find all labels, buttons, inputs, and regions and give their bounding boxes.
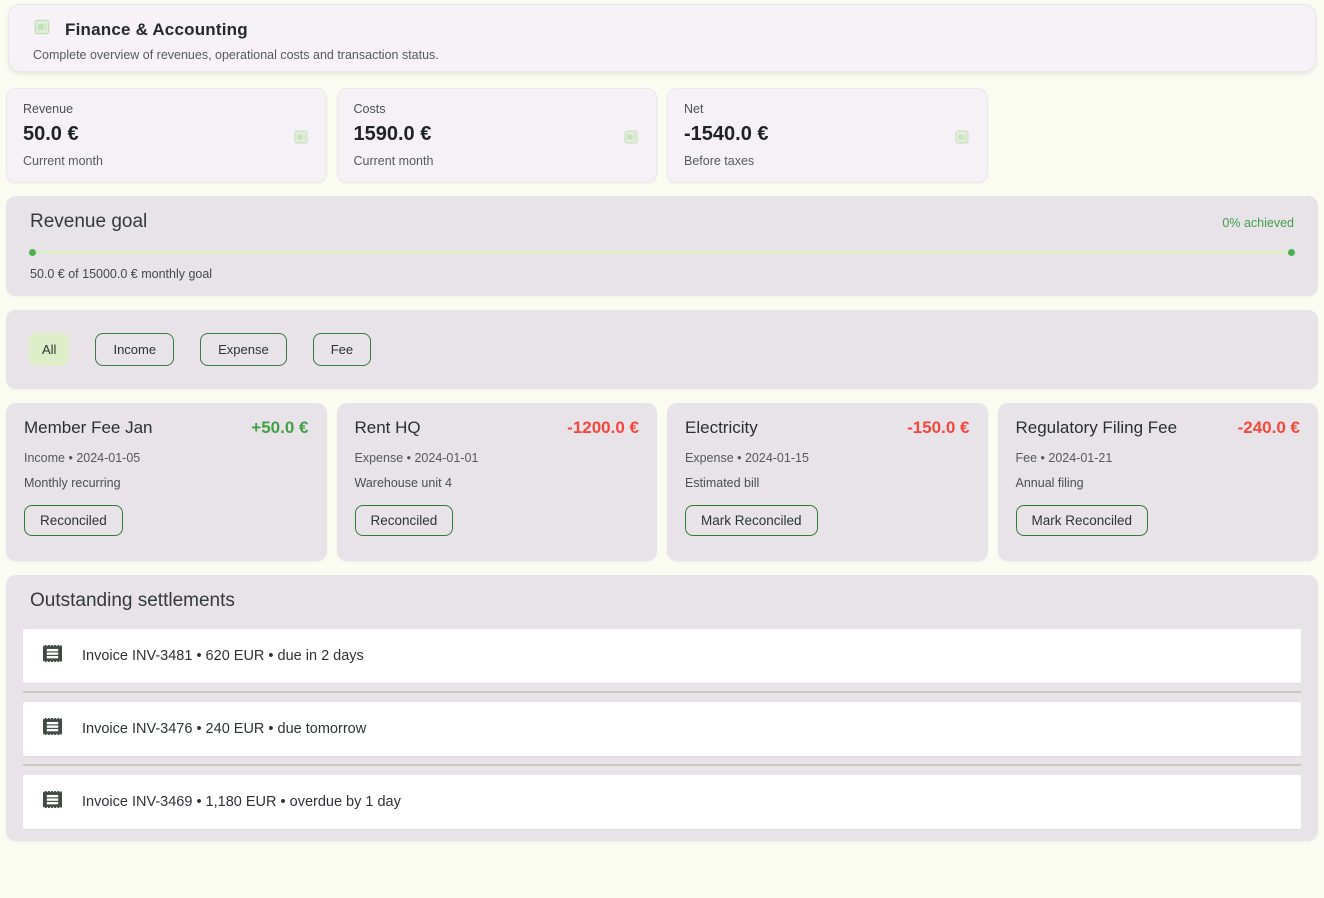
transaction-meta: Expense • 2024-01-01: [355, 451, 640, 465]
header-card: Finance & Accounting Complete overview o…: [8, 4, 1316, 72]
stat-value: 1590.0 €: [354, 123, 641, 146]
stat-caption: Before taxes: [684, 154, 971, 168]
stats-row: Revenue 50.0 € Current month Costs 1590.…: [6, 88, 1318, 183]
settlement-row[interactable]: Invoice INV-3481 • 620 EUR • due in 2 da…: [23, 629, 1301, 683]
settlement-text: Invoice INV-3469 • 1,180 EUR • overdue b…: [82, 794, 401, 810]
stat-caption: Current month: [23, 154, 310, 168]
transaction-title: Regulatory Filing Fee: [1016, 418, 1178, 438]
stat-value: 50.0 €: [23, 123, 310, 146]
filter-chip-income[interactable]: Income: [95, 333, 174, 366]
settlements-title: Outstanding settlements: [30, 590, 1301, 612]
transaction-note: Estimated bill: [685, 476, 970, 490]
revenue-goal-title: Revenue goal: [30, 211, 147, 233]
transaction-card: Electricity -150.0 € Expense • 2024-01-1…: [667, 403, 988, 561]
stat-card-net: Net -1540.0 € Before taxes: [667, 88, 988, 183]
receipt-icon: [42, 644, 63, 668]
progress-start-dot: [29, 249, 36, 256]
transaction-note: Annual filing: [1016, 476, 1301, 490]
progress-end-dot: [1288, 249, 1295, 256]
progress-track: [30, 251, 1294, 254]
settlement-text: Invoice INV-3481 • 620 EUR • due in 2 da…: [82, 648, 364, 664]
mark-reconciled-button[interactable]: Mark Reconciled: [685, 505, 818, 536]
transaction-meta: Income • 2024-01-05: [24, 451, 309, 465]
transaction-amount: -150.0 €: [907, 418, 969, 438]
filter-chip-all[interactable]: All: [29, 333, 69, 366]
reconcile-button[interactable]: Reconciled: [355, 505, 454, 536]
transaction-title: Electricity: [685, 418, 758, 438]
banknote-icon: [33, 18, 51, 41]
page-title: Finance & Accounting: [65, 20, 248, 40]
settlements-list: Invoice INV-3481 • 620 EUR • due in 2 da…: [23, 629, 1301, 829]
settlement-row[interactable]: Invoice INV-3476 • 240 EUR • due tomorro…: [23, 702, 1301, 756]
settlement-row[interactable]: Invoice INV-3469 • 1,180 EUR • overdue b…: [23, 775, 1301, 829]
receipt-icon: [42, 717, 63, 741]
settlement-text: Invoice INV-3476 • 240 EUR • due tomorro…: [82, 721, 366, 737]
transaction-meta: Fee • 2024-01-21: [1016, 451, 1301, 465]
receipt-icon: [42, 790, 63, 814]
outstanding-settlements-card: Outstanding settlements Invoice INV-3481…: [6, 575, 1318, 841]
page-subtitle: Complete overview of revenues, operation…: [33, 48, 1291, 62]
transaction-amount: +50.0 €: [251, 418, 308, 438]
filter-chip-expense[interactable]: Expense: [200, 333, 287, 366]
transaction-card: Member Fee Jan +50.0 € Income • 2024-01-…: [6, 403, 327, 561]
stat-card-costs: Costs 1590.0 € Current month: [337, 88, 658, 183]
mark-reconciled-button[interactable]: Mark Reconciled: [1016, 505, 1149, 536]
transaction-amount: -240.0 €: [1238, 418, 1300, 438]
transaction-card: Rent HQ -1200.0 € Expense • 2024-01-01 W…: [337, 403, 658, 561]
stat-caption: Current month: [354, 154, 641, 168]
transactions-grid: Member Fee Jan +50.0 € Income • 2024-01-…: [6, 403, 1318, 561]
banknote-icon: [293, 129, 309, 150]
filter-chip-fee[interactable]: Fee: [313, 333, 371, 366]
stat-value: -1540.0 €: [684, 123, 971, 146]
revenue-goal-card: Revenue goal 0% achieved 50.0 € of 15000…: [6, 196, 1318, 296]
transaction-amount: -1200.0 €: [567, 418, 639, 438]
stat-label: Net: [684, 102, 971, 116]
goal-caption: 50.0 € of 15000.0 € monthly goal: [30, 267, 1294, 281]
transaction-note: Monthly recurring: [24, 476, 309, 490]
stat-card-revenue: Revenue 50.0 € Current month: [6, 88, 327, 183]
stat-label: Costs: [354, 102, 641, 116]
row-divider: [23, 691, 1301, 693]
transaction-note: Warehouse unit 4: [355, 476, 640, 490]
filter-bar: All Income Expense Fee: [6, 310, 1318, 389]
row-divider: [23, 764, 1301, 766]
goal-achieved-label: 0% achieved: [1222, 216, 1294, 230]
banknote-icon: [623, 129, 639, 150]
reconcile-button[interactable]: Reconciled: [24, 505, 123, 536]
banknote-icon: [954, 129, 970, 150]
transaction-title: Member Fee Jan: [24, 418, 153, 438]
goal-progress-bar: [30, 250, 1294, 255]
transaction-card: Regulatory Filing Fee -240.0 € Fee • 202…: [998, 403, 1319, 561]
stat-label: Revenue: [23, 102, 310, 116]
transaction-title: Rent HQ: [355, 418, 421, 438]
transaction-meta: Expense • 2024-01-15: [685, 451, 970, 465]
